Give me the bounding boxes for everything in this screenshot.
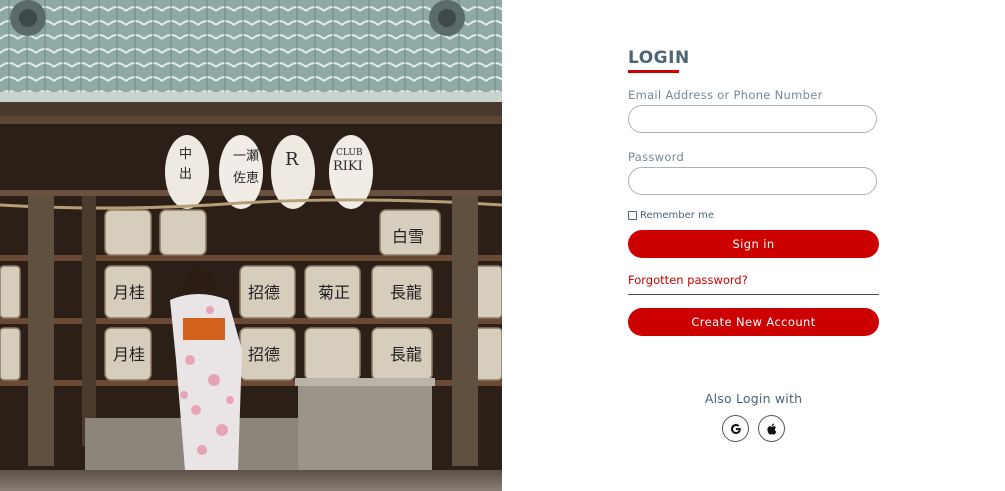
svg-text:招德: 招德 (248, 283, 280, 302)
login-panel: LOGIN Email Address or Phone Number Pass… (502, 0, 1005, 491)
shrine-illustration: 中 出 一瀬 佐恵 R CLUB RIKI 白雪 招德 菊正 長龍 月桂 招德 … (0, 0, 502, 491)
forgot-password-link[interactable]: Forgotten password? (628, 273, 748, 287)
svg-text:白雪: 白雪 (392, 227, 424, 246)
also-login-label: Also Login with (704, 391, 803, 406)
title-underline (628, 70, 679, 73)
email-label: Email Address or Phone Number (628, 88, 823, 102)
password-field[interactable] (628, 167, 877, 195)
lantern-text-1: 中 (179, 147, 192, 162)
email-field[interactable] (628, 105, 877, 133)
remember-me[interactable]: Remember me (628, 210, 714, 221)
svg-text:出: 出 (179, 167, 192, 182)
sign-in-button[interactable]: Sign in (628, 230, 879, 258)
password-label: Password (628, 150, 685, 164)
svg-text:佐恵: 佐恵 (233, 171, 259, 186)
svg-text:菊正: 菊正 (318, 283, 350, 302)
svg-text:月桂: 月桂 (113, 283, 145, 302)
svg-text:招德: 招德 (248, 345, 280, 364)
apple-icon (767, 423, 777, 435)
svg-text:RIKI: RIKI (333, 159, 363, 174)
apple-login-button[interactable] (758, 415, 785, 442)
svg-text:長龍: 長龍 (390, 345, 422, 364)
svg-text:CLUB: CLUB (336, 148, 363, 158)
svg-text:R: R (285, 149, 299, 170)
hero-photo: 中 出 一瀬 佐恵 R CLUB RIKI 白雪 招德 菊正 長龍 月桂 招德 … (0, 0, 502, 491)
google-icon (730, 423, 741, 434)
google-login-button[interactable] (722, 415, 749, 442)
svg-text:一瀬: 一瀬 (233, 149, 259, 164)
divider (628, 294, 879, 295)
login-title: LOGIN (628, 48, 690, 68)
remember-me-label: Remember me (640, 210, 714, 221)
svg-text:月桂: 月桂 (113, 345, 145, 364)
create-account-button[interactable]: Create New Account (628, 308, 879, 336)
remember-me-checkbox[interactable] (628, 211, 637, 220)
svg-text:長龍: 長龍 (390, 283, 422, 302)
